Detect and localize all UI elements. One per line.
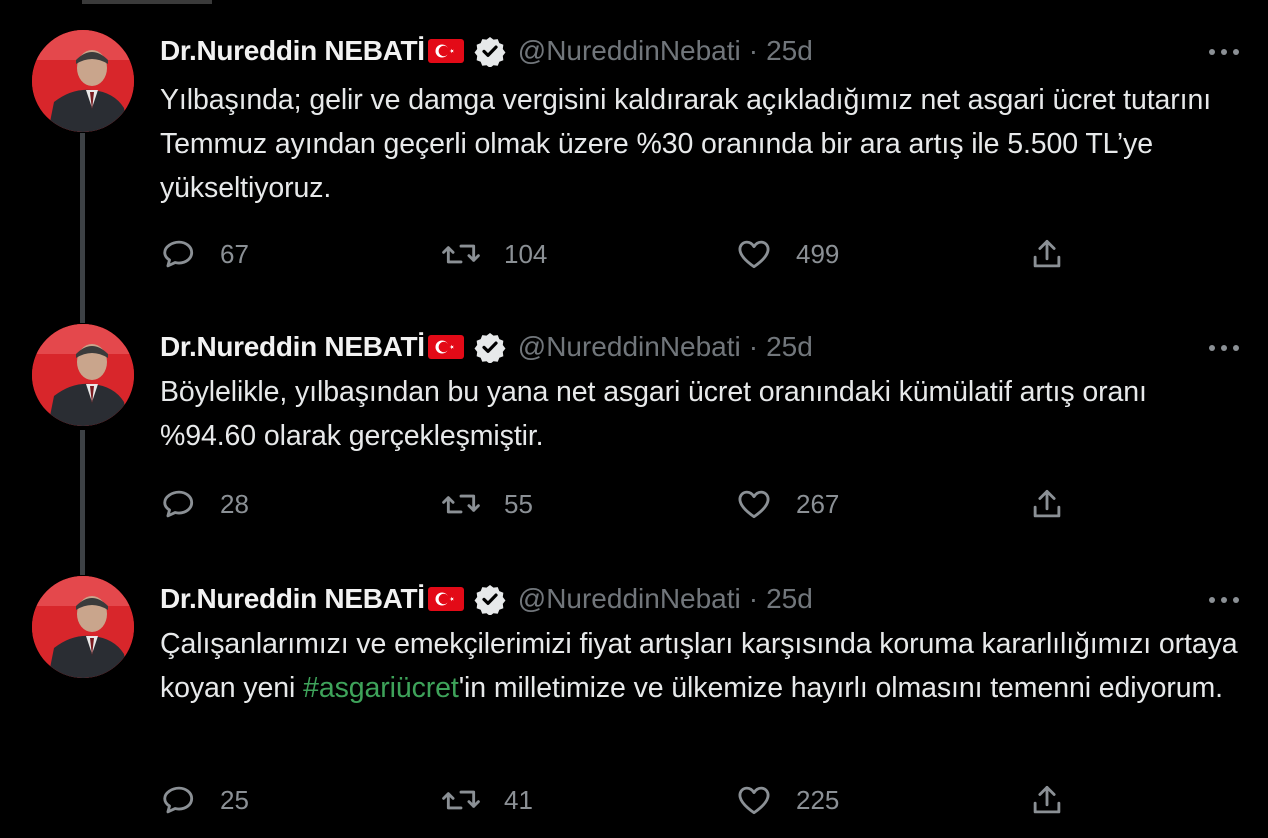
verified-badge-icon xyxy=(474,583,506,616)
like-button[interactable]: 499 xyxy=(734,232,839,276)
heart-icon xyxy=(738,240,770,269)
retweet-button[interactable]: 55 xyxy=(440,482,533,526)
like-count: 499 xyxy=(796,238,840,269)
like-button[interactable]: 225 xyxy=(734,778,839,822)
retweet-icon xyxy=(442,244,480,264)
tweet-text: Yılbaşında; gelir ve damga vergisini kal… xyxy=(160,84,1212,204)
more-options-icon[interactable] xyxy=(1204,341,1244,353)
timestamp[interactable]: 25d xyxy=(766,583,813,615)
reply-button[interactable]: 28 xyxy=(160,482,249,526)
share-icon xyxy=(1033,239,1061,268)
share-button[interactable] xyxy=(1028,482,1066,526)
retweet-count: 41 xyxy=(504,784,533,815)
separator: · xyxy=(748,583,759,614)
turkey-flag-icon xyxy=(427,587,464,611)
more-options-icon[interactable] xyxy=(1204,593,1244,605)
display-name[interactable]: Dr.Nureddin NEBATİ xyxy=(160,331,425,363)
user-handle[interactable]: @NureddinNebati xyxy=(518,331,741,363)
like-count: 225 xyxy=(796,784,840,815)
share-button[interactable] xyxy=(1028,232,1066,276)
share-icon xyxy=(1033,489,1061,518)
display-name[interactable]: Dr.Nureddin NEBATİ xyxy=(160,583,425,615)
tweet-actions: 25 41 225 xyxy=(0,778,1268,822)
reply-icon xyxy=(163,490,194,518)
tweet-text: Çalışanlarımızı ve emekçilerimizi fiyat … xyxy=(160,622,1240,710)
reply-count: 67 xyxy=(220,238,249,269)
more-options-icon[interactable] xyxy=(1204,45,1244,57)
reply-count: 28 xyxy=(220,488,249,519)
heart-icon xyxy=(738,490,770,519)
retweet-button[interactable]: 104 xyxy=(440,232,547,276)
reply-button[interactable]: 25 xyxy=(160,778,249,822)
avatar[interactable] xyxy=(32,30,134,132)
tweet-actions: 28 55 267 xyxy=(0,482,1268,526)
like-button[interactable]: 267 xyxy=(734,482,839,526)
tweet-header: Dr.Nureddin NEBATİ @NureddinNebati · 25d xyxy=(160,327,813,367)
separator: · xyxy=(748,35,759,66)
turkey-flag-icon xyxy=(427,39,464,63)
retweet-icon xyxy=(442,494,480,514)
hashtag-link[interactable]: #asgariücret xyxy=(303,672,459,704)
avatar[interactable] xyxy=(32,576,134,678)
timestamp[interactable]: 25d xyxy=(766,331,813,363)
reply-icon xyxy=(163,786,194,814)
retweet-count: 55 xyxy=(504,488,533,519)
retweet-button[interactable]: 41 xyxy=(440,778,533,822)
share-button[interactable] xyxy=(1028,778,1066,822)
verified-badge-icon xyxy=(474,35,506,68)
separator: · xyxy=(748,331,759,362)
reply-count: 25 xyxy=(220,784,249,815)
reply-icon xyxy=(163,240,194,268)
tweet-header: Dr.Nureddin NEBATİ @NureddinNebati · 25d xyxy=(160,579,813,619)
retweet-icon xyxy=(442,790,480,810)
avatar[interactable] xyxy=(32,324,134,426)
user-handle[interactable]: @NureddinNebati xyxy=(518,35,741,67)
tweet-text: Böylelikle, yılbaşından bu yana net asga… xyxy=(160,376,1147,452)
user-handle[interactable]: @NureddinNebati xyxy=(518,583,741,615)
share-icon xyxy=(1033,785,1061,814)
retweet-count: 104 xyxy=(504,238,548,269)
reply-button[interactable]: 67 xyxy=(160,232,249,276)
turkey-flag-icon xyxy=(427,335,464,359)
thread-connector xyxy=(80,133,85,323)
tweet-header: Dr.Nureddin NEBATİ @NureddinNebati · 25d xyxy=(160,31,813,71)
top-divider xyxy=(82,0,212,4)
like-count: 267 xyxy=(796,488,840,519)
tweet-actions: 67 104 499 xyxy=(0,232,1268,276)
verified-badge-icon xyxy=(474,331,506,364)
timestamp[interactable]: 25d xyxy=(766,35,813,67)
tweet-text-part: 'in milletimize ve ülkemize hayırlı olma… xyxy=(458,672,1223,704)
display-name[interactable]: Dr.Nureddin NEBATİ xyxy=(160,35,425,67)
heart-icon xyxy=(738,786,770,815)
